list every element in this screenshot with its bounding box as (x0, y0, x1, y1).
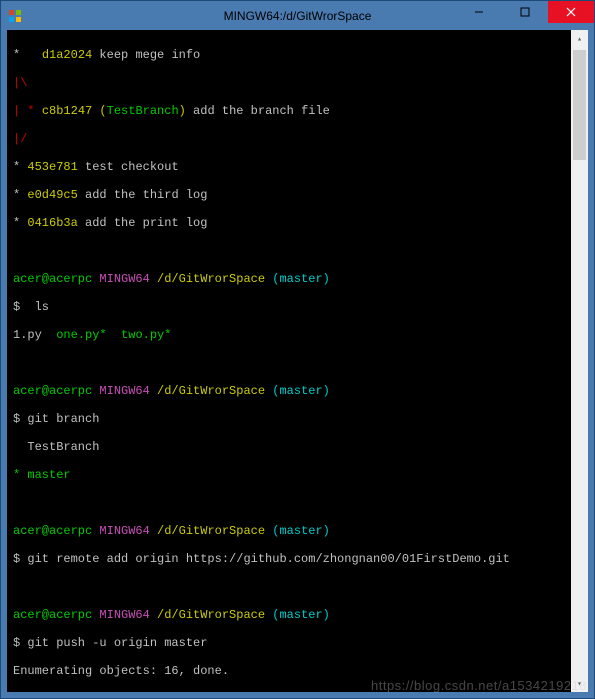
close-icon (566, 7, 576, 17)
blank-line (13, 356, 565, 370)
terminal[interactable]: * d1a2024 keep mege info |\ | * c8b1247 … (7, 30, 571, 692)
log-line: * 0416b3a add the print log (13, 216, 565, 230)
blank-line (13, 580, 565, 594)
log-graph: |/ (13, 132, 565, 146)
log-graph: |\ (13, 76, 565, 90)
log-line: * 453e781 test checkout (13, 160, 565, 174)
window-buttons (456, 1, 594, 23)
log-line: * e0d49c5 add the third log (13, 188, 565, 202)
ls-output: 1.py one.py* two.py* (13, 328, 565, 342)
prompt-line: acer@acerpc MINGW64 /d/GitWrorSpace (mas… (13, 272, 565, 286)
output-line: Enumerating objects: 16, done. (13, 664, 565, 678)
maximize-button[interactable] (502, 1, 548, 23)
output-line: * master (13, 468, 565, 482)
output-line: TestBranch (13, 440, 565, 454)
prompt-line: acer@acerpc MINGW64 /d/GitWrorSpace (mas… (13, 608, 565, 622)
app-window: MINGW64:/d/GitWrorSpace * d1a2024 keep m… (0, 0, 595, 699)
scroll-down-button[interactable]: ▾ (571, 675, 588, 692)
commit-hash: 0416b3a (27, 216, 77, 230)
chevron-up-icon: ▴ (577, 34, 582, 44)
terminal-container: * d1a2024 keep mege info |\ | * c8b1247 … (7, 30, 588, 692)
maximize-icon (520, 7, 530, 17)
app-icon (7, 8, 23, 24)
scrollbar[interactable]: ▴ ▾ (571, 30, 588, 692)
titlebar[interactable]: MINGW64:/d/GitWrorSpace (1, 1, 594, 30)
command-line: $ git remote add origin https://github.c… (13, 552, 565, 566)
command-line: $ git branch (13, 412, 565, 426)
scroll-up-button[interactable]: ▴ (571, 30, 588, 47)
command-line: $ git push -u origin master (13, 636, 565, 650)
blank-line (13, 244, 565, 258)
scrollbar-thumb[interactable] (573, 50, 586, 160)
log-line: * d1a2024 keep mege info (13, 48, 565, 62)
close-button[interactable] (548, 1, 594, 23)
commit-hash: 453e781 (27, 160, 77, 174)
commit-hash: e0d49c5 (27, 188, 77, 202)
minimize-icon (474, 7, 484, 17)
prompt-line: acer@acerpc MINGW64 /d/GitWrorSpace (mas… (13, 524, 565, 538)
blank-line (13, 496, 565, 510)
command-line: $ ls (13, 300, 565, 314)
commit-hash: d1a2024 (42, 48, 92, 62)
minimize-button[interactable] (456, 1, 502, 23)
log-line: | * c8b1247 (TestBranch) add the branch … (13, 104, 565, 118)
prompt-line: acer@acerpc MINGW64 /d/GitWrorSpace (mas… (13, 384, 565, 398)
commit-hash: c8b1247 (42, 104, 92, 118)
chevron-down-icon: ▾ (577, 679, 582, 689)
